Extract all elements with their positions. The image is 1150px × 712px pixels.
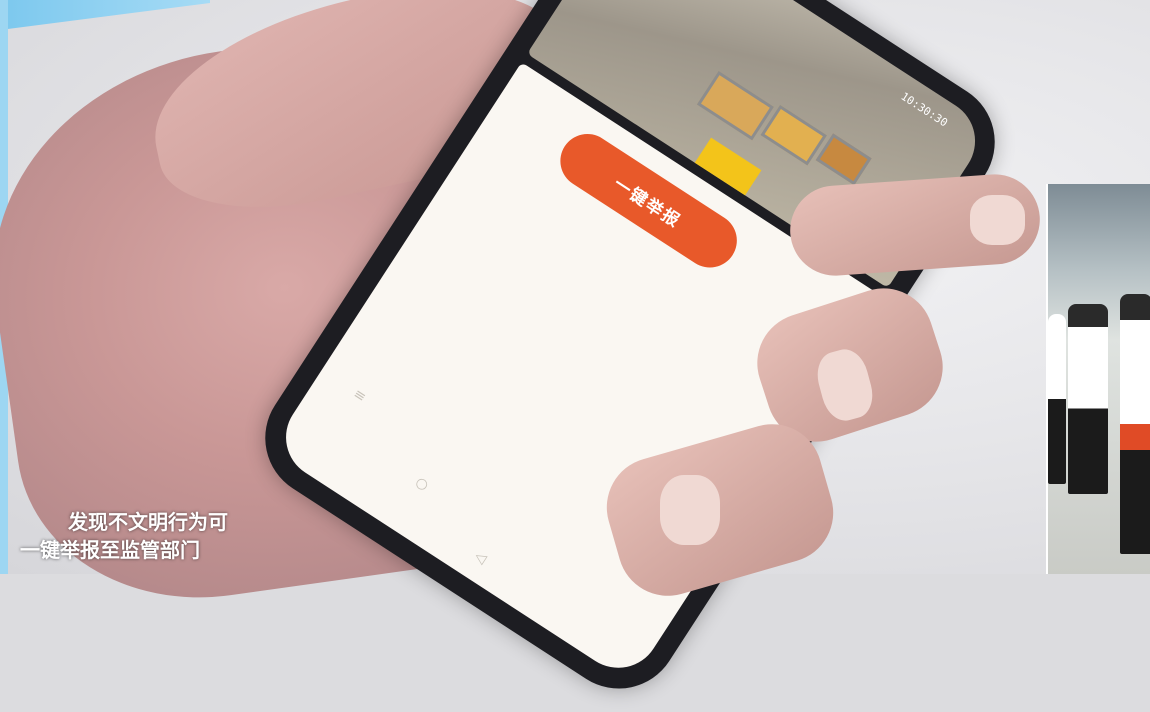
photo-caption: 发现不文明行为可 一键举报至监管部门 xyxy=(20,508,228,564)
inset-photo-students xyxy=(1046,184,1150,574)
caption-line-2: 一键举报至监管部门 xyxy=(20,538,200,562)
student-figure xyxy=(1048,314,1066,484)
background-photo: 10:30:30 一键举报 ≡ ○ ◁ 发现不文明行为可 一键举报至监管部门 xyxy=(0,0,1150,712)
fingernail xyxy=(660,475,720,545)
fingernail xyxy=(970,195,1025,245)
accent-bar xyxy=(0,0,210,30)
food-tray xyxy=(815,133,872,186)
home-icon[interactable]: ○ xyxy=(412,474,431,494)
student-figure xyxy=(1068,304,1108,494)
back-icon[interactable]: ◁ xyxy=(472,548,490,567)
video-timestamp: 10:30:30 xyxy=(898,89,950,130)
student-figure xyxy=(1120,294,1150,554)
menu-icon[interactable]: ≡ xyxy=(350,386,369,406)
caption-line-1: 发现不文明行为可 xyxy=(68,510,228,534)
